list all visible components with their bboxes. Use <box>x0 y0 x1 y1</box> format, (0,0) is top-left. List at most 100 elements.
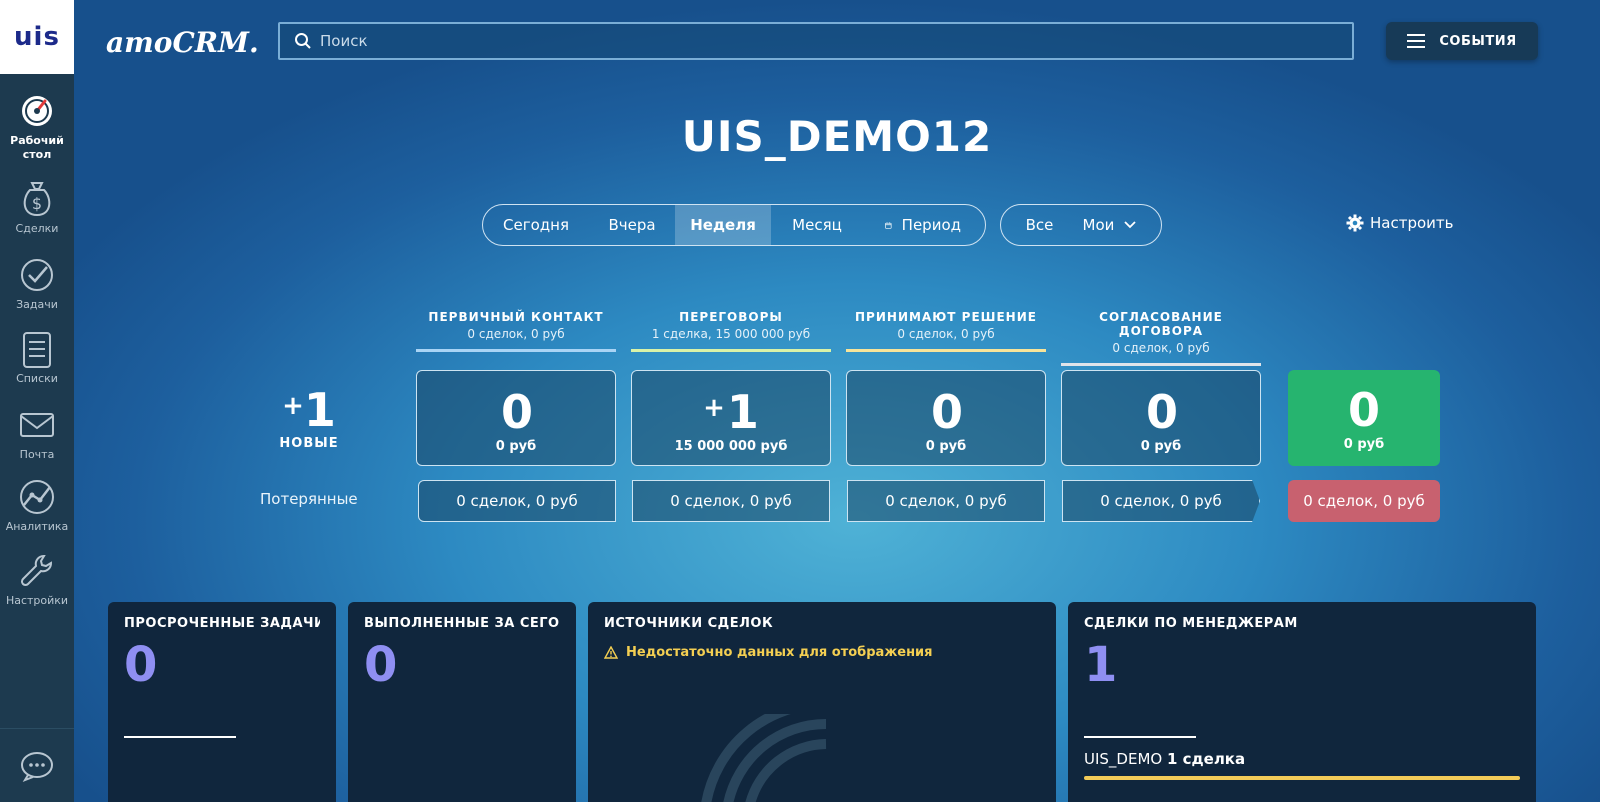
period-month[interactable]: Месяц <box>771 205 863 245</box>
stage-lost[interactable]: 0 сделок, 0 руб <box>418 480 616 522</box>
manager-name: UIS_DEMO <box>1084 750 1163 768</box>
owner-mine-label: Мои <box>1082 216 1115 234</box>
stage-header: ПЕРВИЧНЫЙ КОНТАКТ 0 сделок, 0 руб <box>416 310 616 352</box>
widget-title: СДЕЛКИ ПО МЕНЕДЖЕРАМ <box>1084 616 1298 631</box>
stage-name: ПРИНИМАЮТ РЕШЕНИЕ <box>855 310 1037 324</box>
stage-money: 0 руб <box>925 438 967 454</box>
stage-box[interactable]: 0 0 руб <box>416 370 616 466</box>
widget-done-today[interactable]: ВЫПОЛНЕННЫЕ ЗА СЕГОДНЯ 0 <box>348 602 576 802</box>
manager-deals: 1 сделка <box>1166 750 1246 768</box>
configure-button[interactable]: Настроить <box>1346 214 1453 232</box>
stage-money: 15 000 000 руб <box>674 438 788 454</box>
money-bag-icon: $ <box>18 180 56 218</box>
owner-all[interactable]: Все <box>1026 216 1054 234</box>
stage-header: СОГЛАСОВАНИЕ ДОГОВОРА 0 сделок, 0 руб <box>1061 310 1261 366</box>
stage-name: ПЕРВИЧНЫЙ КОНТАКТ <box>428 310 604 324</box>
search-bar[interactable] <box>278 22 1354 60</box>
warning-text: Недостаточно данных для отображения <box>626 645 933 660</box>
sidebar-item-deals[interactable]: $ Сделки <box>0 180 74 236</box>
events-button[interactable]: СОБЫТИЯ <box>1386 22 1538 60</box>
stage-count: 0 <box>930 384 963 439</box>
widget-title: ВЫПОЛНЕННЫЕ ЗА СЕГОДНЯ <box>364 616 560 631</box>
stage-summary: 0 сделок, 0 руб <box>897 327 995 341</box>
widget-divider <box>1084 736 1196 738</box>
stage-summary: 0 сделок, 0 руб <box>1112 341 1210 355</box>
sidebar-item-label: Списки <box>16 372 58 385</box>
main-area: amoCRM. СОБЫТИЯ UIS_DEMO12 Сегодня Вчера… <box>74 0 1600 802</box>
configure-label: Настроить <box>1370 214 1454 232</box>
dashboard-icon <box>18 92 56 130</box>
search-input[interactable] <box>320 32 1220 50</box>
stage-lost[interactable]: 0 сделок, 0 руб <box>1062 480 1260 522</box>
chevron-down-icon <box>1124 221 1137 229</box>
sidebar-item-label: Задачи <box>16 298 58 311</box>
widget-title: ИСТОЧНИКИ СДЕЛОК <box>604 616 774 631</box>
period-week[interactable]: Неделя <box>675 205 771 245</box>
stage-summary: 0 сделок, 0 руб <box>467 327 565 341</box>
sidebar-item-lists[interactable]: Списки <box>0 330 74 386</box>
sidebar-item-label: Аналитика <box>5 520 69 533</box>
search-icon <box>295 33 311 49</box>
warning-icon <box>604 646 618 659</box>
widget-value: 0 <box>364 637 398 693</box>
gear-icon <box>1346 214 1364 232</box>
widget-divider <box>124 736 236 738</box>
stage-money: 0 руб <box>1140 438 1182 454</box>
period-today[interactable]: Сегодня <box>483 205 589 245</box>
sidebar-item-settings[interactable]: Настройки <box>0 552 74 608</box>
calendar-icon <box>885 221 892 229</box>
sidebar-item-dashboard[interactable]: Рабочий стол <box>0 92 74 162</box>
brand-logo[interactable]: amoCRM. <box>106 26 259 59</box>
sidebar-item-mail[interactable]: Почта <box>0 406 74 462</box>
stage-lost[interactable]: 0 сделок, 0 руб <box>632 480 830 522</box>
chat-icon <box>21 751 53 782</box>
stage-header: ПРИНИМАЮТ РЕШЕНИЕ 0 сделок, 0 руб <box>846 310 1046 352</box>
svg-text:$: $ <box>32 194 42 213</box>
won-box[interactable]: 0 0 руб <box>1288 370 1440 466</box>
stage-count: +1 <box>703 384 759 439</box>
stage-box[interactable]: 0 0 руб <box>846 370 1046 466</box>
stage-color-line <box>846 349 1046 352</box>
stage-color-line <box>416 349 616 352</box>
owner-mine[interactable]: Мои <box>1083 216 1137 234</box>
sidebar-item-analytics[interactable]: Аналитика <box>0 478 74 534</box>
widget-deal-sources[interactable]: ИСТОЧНИКИ СДЕЛОК Недостаточно данных для… <box>588 602 1056 802</box>
sidebar-item-tasks[interactable]: Задачи <box>0 256 74 312</box>
stage-color-line <box>1061 363 1261 366</box>
stage-lost[interactable]: 0 сделок, 0 руб <box>847 480 1045 522</box>
stage-box[interactable]: +1 15 000 000 руб <box>631 370 831 466</box>
widget-value: 0 <box>124 637 158 693</box>
widget-value: 1 <box>1084 637 1118 693</box>
won-money: 0 руб <box>1343 436 1385 452</box>
lost-final-box[interactable]: 0 сделок, 0 руб <box>1288 480 1440 522</box>
wrench-icon <box>18 552 56 590</box>
stage-summary: 1 сделка, 15 000 000 руб <box>651 327 811 341</box>
stage-count: 0 <box>1145 384 1178 439</box>
sidebar-item-label: Рабочий стол <box>10 134 64 161</box>
widget-title: ПРОСРОЧЕННЫЕ ЗАДАЧИ <box>124 616 320 631</box>
widget-warning: Недостаточно данных для отображения <box>604 645 1040 660</box>
chat-button[interactable] <box>0 728 74 802</box>
stage-box[interactable]: 0 0 руб <box>1061 370 1261 466</box>
new-deals[interactable]: +1 НОВЫЕ <box>264 380 354 451</box>
events-label: СОБЫТИЯ <box>1439 33 1517 49</box>
stage-count: 0 <box>500 384 533 439</box>
logo-text: uis <box>14 22 60 52</box>
period-yesterday[interactable]: Вчера <box>589 205 675 245</box>
stage-money: 0 руб <box>495 438 537 454</box>
sidebar-item-label: Сделки <box>15 222 59 235</box>
mail-icon <box>18 406 56 444</box>
period-custom-label: Период <box>901 216 961 234</box>
uis-logo[interactable]: uis <box>0 0 74 74</box>
stage-name: СОГЛАСОВАНИЕ ДОГОВОРА <box>1099 310 1223 338</box>
analytics-icon <box>18 478 56 516</box>
empty-chart-graphic <box>701 714 827 802</box>
won-count: 0 <box>1347 382 1380 437</box>
manager-row: UIS_DEMO 1 сделка <box>1084 750 1245 768</box>
period-custom[interactable]: Период <box>863 205 983 245</box>
widget-deals-by-manager[interactable]: СДЕЛКИ ПО МЕНЕДЖЕРАМ 1 UIS_DEMO 1 сделка <box>1068 602 1536 802</box>
new-count: +1 <box>282 383 336 437</box>
widget-overdue-tasks[interactable]: ПРОСРОЧЕННЫЕ ЗАДАЧИ 0 <box>108 602 336 802</box>
period-filter: Сегодня Вчера Неделя Месяц Период <box>482 204 986 246</box>
lost-label: Потерянные <box>260 490 358 508</box>
